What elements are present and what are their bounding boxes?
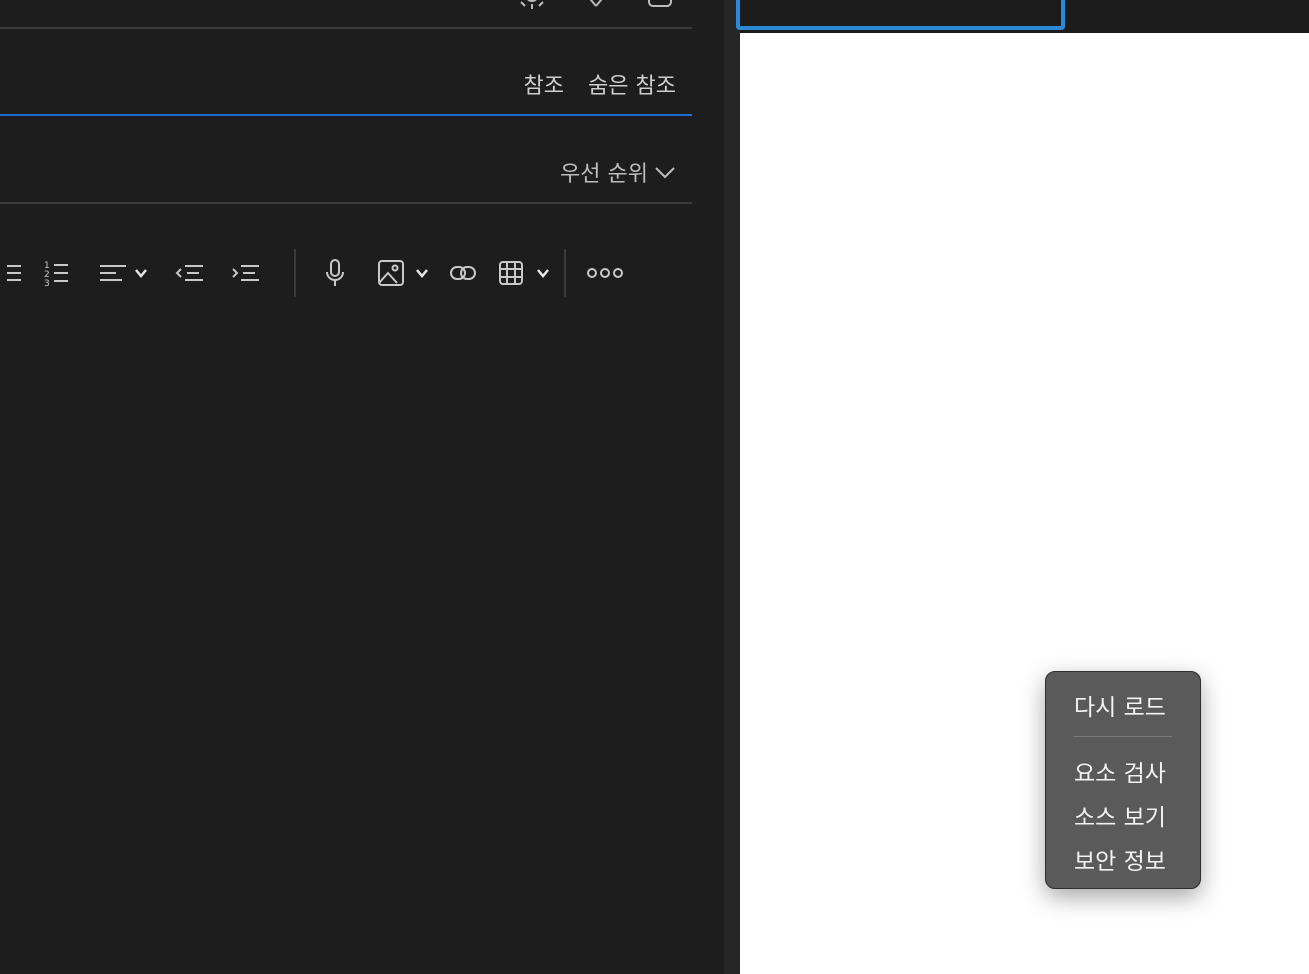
preview-pane: [736, 0, 1309, 974]
preview-topbar: [736, 0, 1309, 33]
header-divider: [0, 27, 692, 29]
recipient-field-underline: [0, 114, 692, 116]
cc-link[interactable]: 참조: [524, 68, 564, 100]
compose-top-icons: [516, 0, 676, 10]
image-dropdown[interactable]: [374, 250, 432, 296]
pane-splitter[interactable]: [724, 0, 740, 974]
table-dropdown[interactable]: [494, 250, 554, 296]
decrease-indent-icon[interactable]: [162, 250, 218, 296]
context-menu: 다시 로드 요소 검사 소스 보기 보안 정보: [1045, 671, 1201, 889]
link-icon[interactable]: [432, 250, 494, 296]
microphone-icon[interactable]: [296, 250, 374, 296]
cc-bcc-links: 참조 숨은 참조: [524, 68, 676, 100]
close-icon[interactable]: [580, 0, 612, 10]
priority-label: 우선 순위: [560, 162, 648, 187]
popout-window-icon[interactable]: [644, 0, 676, 10]
menu-separator: [1074, 736, 1172, 737]
priority-dropdown[interactable]: 우선 순위: [560, 156, 676, 188]
table-icon: [498, 260, 524, 286]
menu-item-reload[interactable]: 다시 로드: [1074, 688, 1166, 722]
align-left-icon: [98, 261, 128, 285]
image-icon: [377, 259, 405, 287]
subject-divider: [0, 202, 692, 204]
menu-item-view-source[interactable]: 소스 보기: [1074, 798, 1166, 832]
chevron-down-icon: [134, 268, 148, 278]
sun-icon[interactable]: [516, 0, 548, 10]
bullet-list-icon[interactable]: [0, 250, 30, 296]
bcc-link[interactable]: 숨은 참조: [588, 68, 676, 100]
menu-item-inspect-element[interactable]: 요소 검사: [1074, 754, 1166, 788]
svg-text:3: 3: [44, 279, 50, 288]
menu-item-security-info[interactable]: 보안 정보: [1074, 842, 1166, 876]
focused-field[interactable]: [736, 0, 1065, 30]
chevron-down-icon: [536, 268, 550, 278]
chevron-down-icon: [415, 268, 429, 278]
formatting-toolbar: 123: [0, 249, 644, 297]
compose-pane: 참조 숨은 참조 우선 순위 123: [0, 0, 724, 974]
more-icon[interactable]: [566, 250, 644, 296]
numbered-list-icon[interactable]: 123: [30, 250, 84, 296]
increase-indent-icon[interactable]: [218, 250, 274, 296]
align-dropdown[interactable]: [84, 250, 162, 296]
chevron-down-icon: [654, 160, 676, 185]
message-body-editor[interactable]: [0, 320, 692, 974]
